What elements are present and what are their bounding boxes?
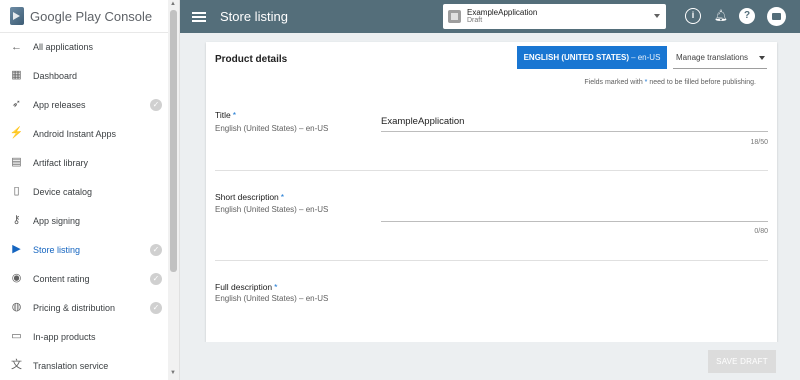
globe-icon: ◍ xyxy=(11,301,22,313)
required-star: * xyxy=(280,192,285,202)
app-status: Draft xyxy=(467,17,483,25)
check-circle-icon: ✓ xyxy=(150,98,162,111)
divider xyxy=(215,260,768,261)
check-circle-icon: ✓ xyxy=(150,301,162,314)
sidebar-item-all-applications[interactable]: ← All applications xyxy=(0,33,179,61)
full-description-label: Full description * xyxy=(215,282,277,292)
sidebar: Google Play Console ← All applications ▦… xyxy=(0,0,180,380)
sidebar-item-store-listing[interactable]: ▶ Store listing ✓ xyxy=(0,235,179,264)
short-description-counter: 0/80 xyxy=(754,228,768,235)
bell-icon[interactable]: 🔔︎ xyxy=(713,8,729,24)
full-description-label-text: Full description xyxy=(215,282,273,292)
required-fields-note: Fields marked with * need to be filled b… xyxy=(584,79,756,86)
play-console-logo-icon xyxy=(10,7,24,25)
arrow-back-icon: ← xyxy=(11,40,22,53)
short-description-locale: English (United States) – en-US xyxy=(215,205,329,214)
info-icon[interactable]: i xyxy=(685,8,701,24)
save-draft-button[interactable]: SAVE DRAFT xyxy=(708,350,776,373)
short-description-input[interactable] xyxy=(381,202,768,222)
app-picker[interactable]: ExampleApplication Draft xyxy=(443,4,666,29)
sidebar-item-label: In-app products xyxy=(33,331,96,342)
sidebar-item-instant-apps[interactable]: ⚡ Android Instant Apps xyxy=(0,119,179,148)
sidebar-item-label: Dashboard xyxy=(33,70,78,81)
divider xyxy=(215,170,768,171)
full-description-locale: English (United States) – en-US xyxy=(215,294,329,303)
device-icon: ▯ xyxy=(13,185,20,197)
library-icon: ▤ xyxy=(11,156,22,168)
title-input[interactable]: ExampleApplication xyxy=(381,112,768,132)
required-star: * xyxy=(232,110,237,120)
short-description-label-text: Short description xyxy=(215,192,279,202)
help-icon[interactable]: ? xyxy=(739,8,755,24)
sidebar-item-label: Content rating xyxy=(33,273,90,284)
sidebar-scrollbar[interactable]: ▲ ▼ xyxy=(168,0,179,380)
card-icon: ▭ xyxy=(11,330,22,342)
sidebar-item-label: Android Instant Apps xyxy=(33,128,117,139)
translate-icon: 文 xyxy=(11,359,22,371)
rating-icon: ◉ xyxy=(11,272,22,284)
sidebar-item-artifact-library[interactable]: ▤ Artifact library xyxy=(0,148,179,177)
page-title: Store listing xyxy=(220,9,288,24)
product-details-card: Product details ENGLISH (UNITED STATES) … xyxy=(206,42,777,342)
sidebar-item-translation-service[interactable]: 文 Translation service xyxy=(0,351,179,380)
brand-name-part1: Google Play xyxy=(30,8,101,24)
top-bar: Store listing ExampleApplication Draft i… xyxy=(180,0,800,33)
language-chip-label: ENGLISH (UNITED STATES) xyxy=(523,53,630,62)
brand-name-part2: Console xyxy=(104,8,153,24)
sidebar-item-app-releases[interactable]: ➶ App releases ✓ xyxy=(0,90,179,119)
sidebar-item-label: Store listing xyxy=(33,244,81,255)
store-icon: ▶ xyxy=(12,243,21,255)
check-circle-icon: ✓ xyxy=(150,272,162,285)
brand[interactable]: Google Play Console xyxy=(0,0,179,33)
title-counter: 18/50 xyxy=(750,139,768,146)
sidebar-item-label: App releases xyxy=(33,99,86,110)
check-circle-icon: ✓ xyxy=(150,243,162,256)
sidebar-item-app-signing[interactable]: ⚷ App signing xyxy=(0,206,179,235)
language-chip[interactable]: ENGLISH (UNITED STATES) – en-US xyxy=(517,46,667,69)
dashboard-icon: ▦ xyxy=(11,69,22,81)
language-chip-code: – en-US xyxy=(631,53,661,62)
chevron-down-icon xyxy=(759,56,765,60)
sidebar-item-label: App signing xyxy=(33,215,81,226)
sidebar-item-label: Translation service xyxy=(33,360,109,371)
title-label-text: Title xyxy=(215,110,231,120)
menu-icon[interactable] xyxy=(192,11,206,22)
card-title: Product details xyxy=(215,54,288,65)
app-icon xyxy=(448,10,461,23)
manage-translations-label: Manage translations xyxy=(676,52,749,62)
sidebar-item-device-catalog[interactable]: ▯ Device catalog xyxy=(0,177,179,206)
sidebar-item-label: Artifact library xyxy=(33,157,89,168)
account-icon[interactable] xyxy=(767,7,786,26)
scroll-down-icon[interactable]: ▼ xyxy=(170,370,176,376)
short-description-label: Short description * xyxy=(215,192,284,202)
app-name: ExampleApplication xyxy=(467,7,538,17)
sidebar-item-label: All applications xyxy=(33,42,94,52)
sidebar-nav: ← All applications ▦ Dashboard ➶ App rel… xyxy=(0,33,179,380)
required-note-pre: Fields marked with xyxy=(584,79,643,86)
title-locale: English (United States) – en-US xyxy=(215,124,329,133)
required-note-post: need to be filled before publishing. xyxy=(649,79,756,86)
key-icon: ⚷ xyxy=(12,214,21,226)
chevron-down-icon xyxy=(654,14,660,18)
rocket-icon: ➶ xyxy=(11,98,22,110)
title-label: Title * xyxy=(215,110,236,120)
lightning-icon: ⚡ xyxy=(9,127,24,139)
sidebar-item-content-rating[interactable]: ◉ Content rating ✓ xyxy=(0,264,179,293)
sidebar-item-dashboard[interactable]: ▦ Dashboard xyxy=(0,61,179,90)
sidebar-item-label: Device catalog xyxy=(33,186,93,197)
manage-translations-dropdown[interactable]: Manage translations xyxy=(673,46,767,69)
scroll-up-icon[interactable]: ▲ xyxy=(170,1,176,7)
brand-name: Google Play Console xyxy=(30,9,152,24)
required-star: * xyxy=(274,282,278,292)
sidebar-item-label: Pricing & distribution xyxy=(33,302,116,313)
footer-bar: SAVE DRAFT xyxy=(180,342,800,380)
sidebar-item-pricing-distribution[interactable]: ◍ Pricing & distribution ✓ xyxy=(0,293,179,322)
required-note-star: * xyxy=(644,79,648,86)
scrollbar-thumb[interactable] xyxy=(170,10,177,272)
sidebar-item-in-app-products[interactable]: ▭ In-app products xyxy=(0,322,179,351)
app-meta: ExampleApplication Draft xyxy=(467,7,538,25)
